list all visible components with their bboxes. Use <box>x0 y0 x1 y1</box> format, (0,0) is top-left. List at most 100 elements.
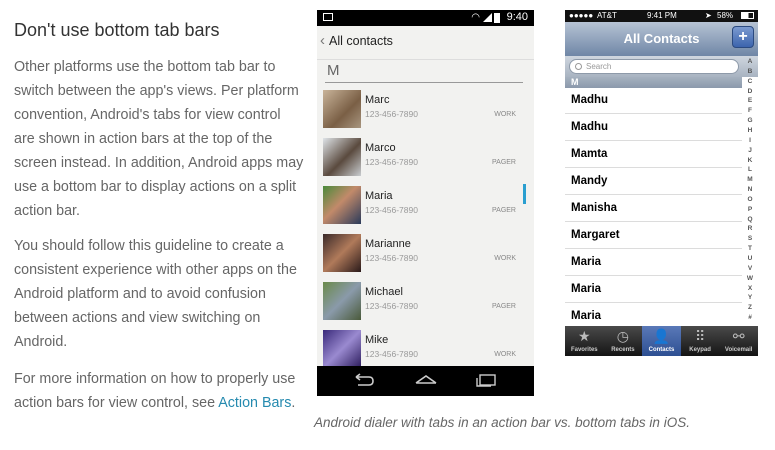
contact-row[interactable]: Margaret <box>565 223 742 249</box>
ios-section-letter: M <box>571 77 579 87</box>
contact-row[interactable]: Madhu <box>565 115 742 141</box>
contact-row[interactable]: Maria 123-456-7890 PAGER <box>317 182 534 230</box>
contact-avatar <box>323 234 361 272</box>
index-letter[interactable]: P <box>742 206 758 213</box>
ios-search-bar: Search <box>565 56 758 77</box>
contact-row[interactable]: Marc 123-456-7890 WORK <box>317 86 534 134</box>
contact-name: Mike <box>365 334 389 346</box>
contact-row[interactable]: Marianne 123-456-7890 WORK <box>317 230 534 278</box>
index-letter[interactable]: V <box>742 265 758 272</box>
ios-nav-bar: All Contacts + <box>565 22 758 57</box>
index-letter[interactable]: H <box>742 127 758 134</box>
recents-icon[interactable] <box>475 373 497 387</box>
contact-phone-type: PAGER <box>492 303 516 310</box>
section-index[interactable]: A B C D E F G H I J K L M N O P Q R S T U V W X Y Z # <box>742 58 758 324</box>
index-letter[interactable]: T <box>742 245 758 252</box>
wifi-icon: ◠ <box>471 12 480 23</box>
index-letter[interactable]: I <box>742 137 758 144</box>
contact-phone: 123-456-7890 <box>365 349 418 359</box>
index-letter[interactable]: C <box>742 78 758 85</box>
contact-row[interactable]: Manisha <box>565 196 742 222</box>
ios-nav-title: All Contacts <box>623 31 700 46</box>
contact-name: Mamta <box>571 148 608 160</box>
tab-favorites[interactable]: ★ Favorites <box>565 326 604 356</box>
index-letter[interactable]: K <box>742 157 758 164</box>
tab-voicemail[interactable]: ⚯ Voicemail <box>719 326 758 356</box>
contact-row[interactable]: Maria <box>565 277 742 303</box>
index-letter[interactable]: Z <box>742 304 758 311</box>
index-letter[interactable]: G <box>742 117 758 124</box>
tab-label: Voicemail <box>724 347 753 353</box>
back-icon[interactable] <box>353 373 375 387</box>
index-letter[interactable]: Y <box>742 294 758 301</box>
contact-name: Marianne <box>365 238 411 250</box>
ios-tab-bar: ★ Favorites ◷ Recents 👤 Contacts ⠿ Keypa… <box>565 326 758 356</box>
add-contact-button[interactable]: + <box>732 26 754 48</box>
index-letter[interactable]: W <box>742 275 758 282</box>
person-icon: 👤 <box>652 328 671 344</box>
index-letter[interactable]: M <box>742 176 758 183</box>
tab-label: Favorites <box>570 347 598 353</box>
tab-keypad[interactable]: ⠿ Keypad <box>681 326 720 356</box>
android-status-time: 9:40 <box>506 11 528 23</box>
keypad-icon: ⠿ <box>694 328 706 344</box>
contact-phone: 123-456-7890 <box>365 205 418 215</box>
contact-name: Maria <box>571 283 602 295</box>
index-letter[interactable]: N <box>742 186 758 193</box>
contact-phone-type: WORK <box>494 111 516 118</box>
tab-recents[interactable]: ◷ Recents <box>604 326 643 356</box>
index-letter[interactable]: E <box>742 97 758 104</box>
tab-label: Recents <box>611 347 635 353</box>
ios-carrier: AT&T <box>597 11 617 20</box>
contact-row[interactable]: Michael 123-456-7890 PAGER <box>317 278 534 326</box>
index-letter[interactable]: D <box>742 88 758 95</box>
index-letter[interactable]: B <box>742 68 758 75</box>
location-icon: ➤ <box>705 11 712 20</box>
contact-row[interactable]: Marco 123-456-7890 PAGER <box>317 134 534 182</box>
index-letter[interactable]: X <box>742 285 758 292</box>
ios-battery-percent: 58% <box>717 11 734 20</box>
contact-name: Maria <box>365 190 393 202</box>
contact-row[interactable]: Maria <box>565 250 742 276</box>
tab-contacts[interactable]: 👤 Contacts <box>642 326 681 356</box>
index-letter[interactable]: Q <box>742 216 758 223</box>
search-input[interactable]: Search <box>569 59 739 74</box>
contact-row[interactable]: Mandy <box>565 169 742 195</box>
index-letter[interactable]: O <box>742 196 758 203</box>
paragraph-3-end: . <box>291 395 296 411</box>
tab-label: Keypad <box>689 347 711 353</box>
contact-avatar <box>323 186 361 224</box>
contact-phone: 123-456-7890 <box>365 157 418 167</box>
android-action-bar[interactable]: ‹ All contacts <box>317 26 534 60</box>
article-paragraph-2: You should follow this guideline to crea… <box>14 238 297 350</box>
android-action-title[interactable]: All contacts <box>329 34 393 48</box>
clock-icon: ◷ <box>616 328 629 344</box>
index-letter[interactable]: L <box>742 166 758 173</box>
index-letter[interactable]: A <box>742 58 758 65</box>
contact-name: Maria <box>571 310 602 322</box>
contact-phone: 123-456-7890 <box>365 253 418 263</box>
action-bars-link[interactable]: Action Bars <box>218 395 291 411</box>
index-letter[interactable]: S <box>742 235 758 242</box>
index-letter[interactable]: F <box>742 107 758 114</box>
index-letter[interactable]: R <box>742 225 758 232</box>
signal-dots-icon: ●●●●● <box>569 11 594 20</box>
search-icon <box>575 63 582 70</box>
contact-avatar <box>323 330 361 368</box>
contact-row[interactable]: Madhu <box>565 88 742 114</box>
fast-scroll-thumb[interactable] <box>523 184 526 204</box>
index-letter[interactable]: J <box>742 147 758 154</box>
index-letter[interactable]: # <box>742 314 758 321</box>
home-icon[interactable] <box>415 373 437 387</box>
contact-row[interactable]: Mamta <box>565 142 742 168</box>
index-letter[interactable]: U <box>742 255 758 262</box>
voicemail-icon: ⚯ <box>732 328 745 344</box>
contact-avatar <box>323 282 361 320</box>
android-status-bar: ◠ 9:40 <box>317 10 534 26</box>
figure-caption: Android dialer with tabs in an action ba… <box>314 415 690 430</box>
contact-phone-type: PAGER <box>492 159 516 166</box>
ios-status-time: 9:41 PM <box>647 11 677 20</box>
back-chevron-icon[interactable]: ‹ <box>320 32 325 49</box>
contact-name: Michael <box>365 286 403 298</box>
section-divider <box>325 82 523 83</box>
